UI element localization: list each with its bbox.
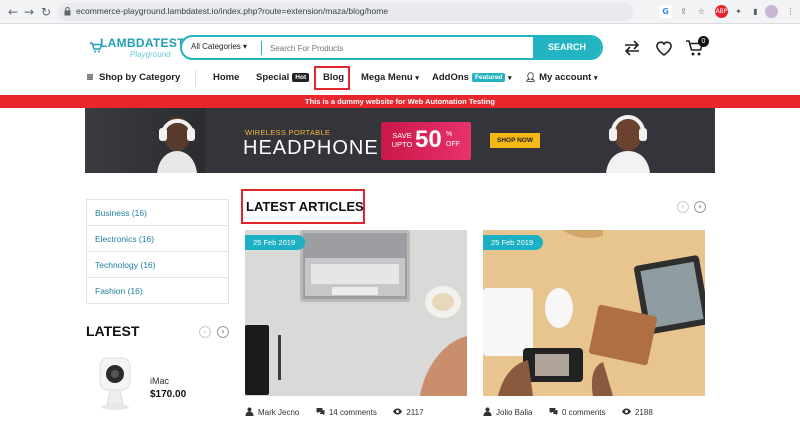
- article-views: 2117: [406, 408, 424, 417]
- discount-badge: SAVE UPTO 50 % OFF: [381, 122, 471, 160]
- sidebar-panel-icon[interactable]: ▮: [749, 5, 762, 18]
- google-icon[interactable]: G: [659, 5, 672, 18]
- browser-toolbar: ← → ↻ ecommerce-playground.lambdatest.io…: [0, 0, 800, 24]
- promo-banner[interactable]: WIRELESS PORTABLE HEADPHONE SAVE UPTO 50 …: [85, 108, 715, 173]
- logo-text: LAMBDATEST: [100, 36, 185, 50]
- highlight-box-blog: [314, 66, 350, 90]
- category-technology[interactable]: Technology (16): [87, 252, 228, 278]
- search-button[interactable]: SEARCH: [533, 37, 601, 58]
- article-author[interactable]: Jolio Balia: [496, 408, 532, 417]
- eye-icon: [393, 408, 403, 415]
- nav-addons[interactable]: AddOns Featured ▾: [432, 72, 512, 83]
- article-image: [245, 230, 467, 396]
- discount-value: 50: [415, 126, 442, 153]
- caret-down-icon: ▾: [508, 75, 512, 82]
- extensions-icon[interactable]: ✦: [732, 5, 745, 18]
- product-name[interactable]: iMac: [150, 376, 169, 386]
- articles-prev-button[interactable]: ‹: [677, 201, 689, 213]
- featured-badge: Featured: [471, 73, 506, 82]
- banner-title: HEADPHONE: [243, 137, 379, 159]
- latest-prev-button[interactable]: ‹: [199, 326, 211, 338]
- comments-icon: [316, 408, 325, 416]
- reload-icon[interactable]: ↻: [39, 5, 53, 19]
- user-icon: [245, 407, 254, 416]
- product-image[interactable]: [92, 355, 137, 413]
- article-image: [483, 230, 705, 396]
- caret-down-icon: ▾: [593, 75, 598, 82]
- banner-subtitle: WIRELESS PORTABLE: [245, 128, 331, 137]
- category-fashion[interactable]: Fashion (16): [87, 278, 228, 304]
- comments-icon: [549, 408, 558, 416]
- article-views: 2188: [634, 408, 653, 417]
- latest-next-button[interactable]: ›: [217, 326, 229, 338]
- hot-badge: Hot: [292, 73, 310, 82]
- article-card[interactable]: 25 Feb 2019: [483, 230, 705, 396]
- nav-special[interactable]: Special Hot: [256, 72, 310, 83]
- lock-icon: [64, 7, 71, 16]
- category-electronics[interactable]: Electronics (16): [87, 226, 228, 252]
- category-business[interactable]: Business (16): [87, 200, 228, 226]
- search-bar: All Categories ▾ SEARCH: [180, 35, 603, 60]
- shop-by-category-menu[interactable]: ≡ Shop by Category: [86, 72, 180, 83]
- article-card[interactable]: 25 Feb 2019: [245, 230, 467, 396]
- caret-down-icon: ▾: [415, 75, 419, 82]
- user-icon: 👤︎: [525, 73, 537, 83]
- adblock-icon[interactable]: ABP: [715, 5, 728, 18]
- article-author[interactable]: Mark Jecno: [258, 408, 299, 417]
- search-input[interactable]: [270, 40, 520, 56]
- compare-icon[interactable]: [622, 38, 642, 58]
- articles-next-button[interactable]: ›: [694, 201, 706, 213]
- user-icon: [483, 407, 492, 416]
- cart-count-badge: 0: [698, 36, 709, 47]
- banner-model-image-right: [606, 115, 650, 173]
- bookmark-star-icon[interactable]: ☆: [695, 5, 708, 18]
- nav-mega-menu[interactable]: Mega Menu ▾: [361, 72, 419, 83]
- kebab-menu-icon[interactable]: ⋮: [784, 5, 797, 18]
- latest-heading: LATEST: [86, 323, 140, 339]
- article-meta: Jolio Balia 0 comments 2188: [483, 407, 653, 417]
- share-icon[interactable]: ⇪: [677, 5, 690, 18]
- nav-home[interactable]: Home: [213, 72, 239, 83]
- back-icon[interactable]: ←: [6, 5, 20, 19]
- blog-category-list: Business (16) Electronics (16) Technolog…: [86, 199, 229, 304]
- wishlist-heart-icon[interactable]: [654, 38, 674, 58]
- profile-avatar-icon[interactable]: [765, 5, 778, 18]
- nav-divider: [195, 70, 196, 86]
- category-select[interactable]: All Categories ▾: [191, 42, 247, 51]
- logo-subtitle: Playground: [130, 50, 171, 59]
- notice-bar: This is a dummy website for Web Automati…: [0, 95, 800, 108]
- article-meta: Mark Jecno 14 comments 2117: [245, 407, 424, 417]
- product-price: $170.00: [150, 389, 187, 400]
- banner-model-image: [85, 108, 205, 173]
- article-date-tag: 25 Feb 2019: [483, 235, 544, 250]
- eye-icon: [621, 408, 631, 415]
- shop-now-button[interactable]: SHOP NOW: [490, 133, 540, 148]
- article-comments: 14 comments: [328, 408, 377, 417]
- search-divider: [261, 41, 262, 55]
- url-text: ecommerce-playground.lambdatest.io/index…: [76, 6, 389, 16]
- article-comments: 0 comments: [561, 408, 606, 417]
- article-date-tag: 25 Feb 2019: [245, 235, 306, 250]
- hamburger-icon: ≡: [86, 72, 94, 83]
- site-logo[interactable]: LAMBDATEST Playground: [90, 35, 184, 63]
- forward-icon[interactable]: →: [22, 5, 36, 19]
- address-bar[interactable]: ecommerce-playground.lambdatest.io/index…: [58, 3, 633, 21]
- highlight-box-latest-articles: [241, 189, 365, 224]
- nav-my-account[interactable]: 👤︎ My account ▾: [525, 72, 598, 83]
